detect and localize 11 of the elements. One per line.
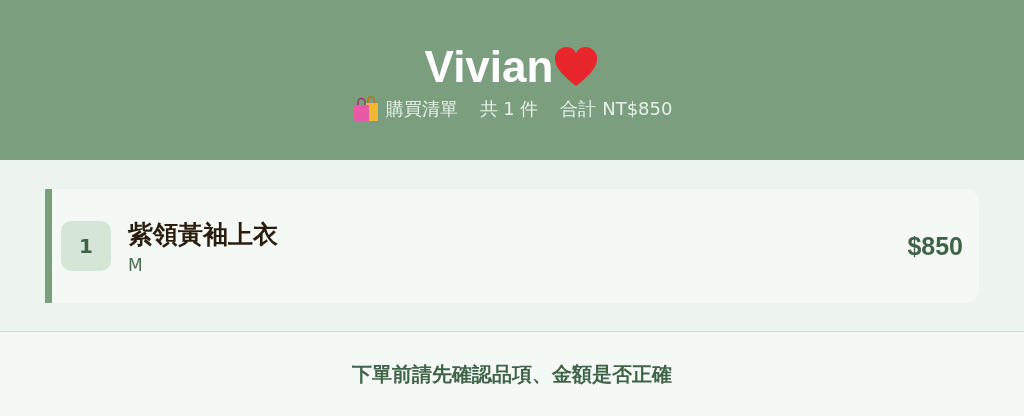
heart-icon bbox=[553, 46, 600, 88]
item-size: M bbox=[128, 254, 144, 275]
item-name: 紫領黃袖上衣 bbox=[128, 218, 279, 251]
shopping-bags-icon bbox=[351, 95, 380, 124]
list-label: 購買清單 bbox=[385, 97, 458, 122]
item-count: 共 1 件 bbox=[479, 97, 539, 122]
order-total: 合計 NT$850 bbox=[560, 97, 673, 122]
item-number: 1 bbox=[61, 221, 111, 271]
confirm-notice: 下單前請先確認品項、金額是否正確 bbox=[352, 360, 672, 388]
item-price: $850 bbox=[907, 231, 963, 261]
shop-title: Vivian bbox=[424, 42, 554, 92]
